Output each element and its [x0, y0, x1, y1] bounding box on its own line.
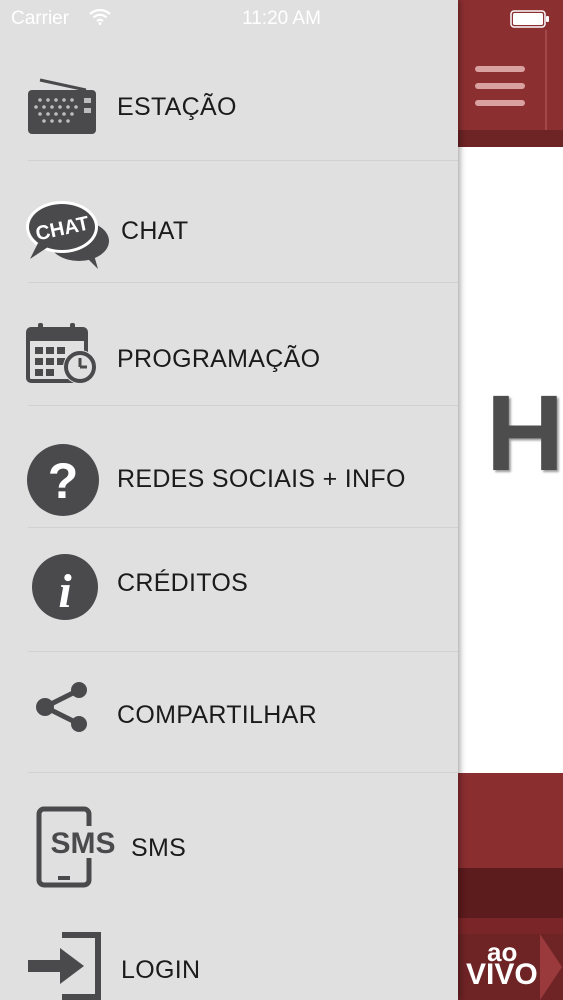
- menu-item-sms[interactable]: SMS SMS: [0, 773, 458, 913]
- menu-item-chat[interactable]: CHAT CHAT: [0, 161, 458, 282]
- status-bar: Carrier 11:20 AM: [0, 0, 563, 40]
- menu-item-label: ESTAÇÃO: [117, 93, 237, 121]
- login-icon: [28, 932, 101, 1000]
- chat-bubble-icon: CHAT: [26, 201, 109, 269]
- side-drawer: ESTAÇÃO CHAT CHAT PROGRAMAÇÃO ? REDES SO…: [0, 0, 458, 1000]
- calendar-clock-icon: [26, 323, 97, 384]
- svg-text:?: ?: [48, 453, 79, 509]
- info-icon: i: [32, 554, 98, 620]
- menu-item-redes-sociais[interactable]: ? REDES SOCIAIS + INFO: [0, 406, 458, 527]
- battery-icon: [510, 10, 549, 28]
- menu-item-estacao[interactable]: ESTAÇÃO: [0, 50, 458, 160]
- radio-icon: [28, 78, 96, 134]
- menu-item-label: LOGIN: [121, 956, 201, 984]
- menu-item-label: REDES SOCIAIS + INFO: [117, 465, 406, 493]
- hamburger-icon[interactable]: [470, 62, 530, 116]
- hamburger-line: [475, 66, 525, 72]
- menu-item-label: SMS: [131, 834, 187, 862]
- live-button-arrow: [540, 934, 562, 1000]
- question-icon: ?: [27, 444, 99, 516]
- hamburger-line: [475, 83, 525, 89]
- live-button-label-bottom: VIVO: [466, 958, 538, 991]
- app-logo: H: [486, 372, 563, 493]
- share-icon: [36, 682, 87, 732]
- menu-item-programacao[interactable]: PROGRAMAÇÃO: [0, 283, 458, 404]
- sms-phone-icon: SMS: [36, 806, 116, 888]
- menu-item-label: CRÉDITOS: [117, 569, 249, 597]
- status-time: 11:20 AM: [242, 8, 321, 29]
- menu-item-label: PROGRAMAÇÃO: [117, 345, 321, 373]
- hamburger-line: [475, 100, 525, 106]
- menu-item-compartilhar[interactable]: COMPARTILHAR: [0, 652, 458, 772]
- menu-item-label: COMPARTILHAR: [117, 701, 317, 729]
- menu-item-login[interactable]: LOGIN: [0, 914, 458, 1000]
- sms-icon-text: SMS: [50, 827, 115, 860]
- header-divider: [545, 30, 547, 130]
- svg-text:i: i: [58, 565, 72, 618]
- menu-item-creditos[interactable]: i CRÉDITOS: [0, 528, 458, 651]
- menu-item-label: CHAT: [121, 217, 189, 245]
